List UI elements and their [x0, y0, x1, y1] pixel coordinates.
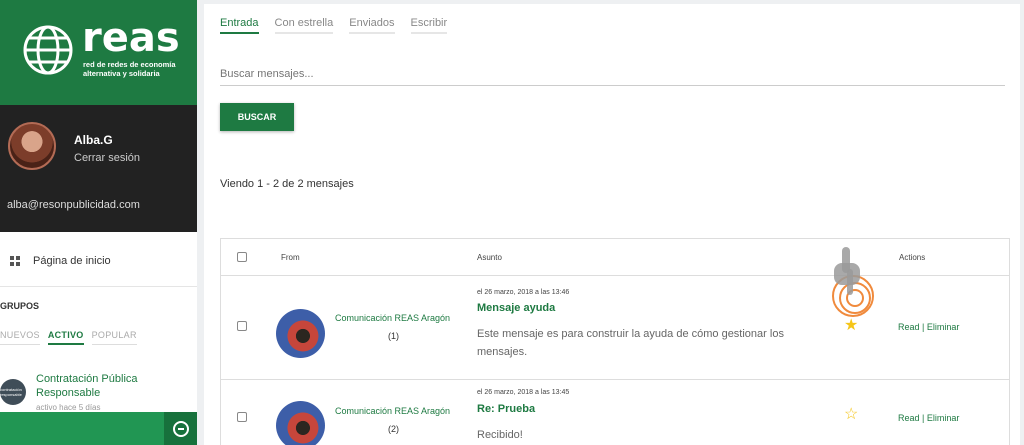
message-title[interactable]: Mensaje ayuda: [477, 302, 555, 314]
results-count: Viendo 1 - 2 de 2 mensajes: [220, 178, 354, 190]
thread-count: (1): [388, 331, 399, 341]
action-separator: |: [922, 413, 925, 423]
nav-home[interactable]: Página de inicio: [0, 246, 197, 276]
message-title[interactable]: Re: Prueba: [477, 403, 535, 415]
sender-name[interactable]: Comunicación REAS Aragón: [335, 406, 450, 416]
delete-link[interactable]: Eliminar: [927, 322, 960, 332]
groups-title: GRUPOS: [0, 301, 40, 311]
brand-subtitle-line2: alternativa y solidaria: [83, 69, 160, 78]
nav-home-label: Página de inicio: [33, 255, 111, 267]
search-input[interactable]: [220, 62, 1005, 86]
sender-avatar[interactable]: [276, 309, 325, 358]
globe-logo-icon: [23, 25, 73, 75]
user-avatar[interactable]: [8, 122, 56, 170]
group-tab-activo[interactable]: ACTIVO: [47, 330, 84, 345]
message-tabs: Entrada Con estrella Enviados Escribir: [220, 17, 448, 34]
profile-panel: [0, 105, 197, 232]
row-checkbox[interactable]: [237, 412, 247, 422]
read-link[interactable]: Read: [898, 322, 920, 332]
chat-toggle-button[interactable]: [164, 412, 197, 445]
group-tabs: NUEVOS ACTIVO POPULAR: [0, 330, 137, 345]
brand-subtitle: red de redes de economía alternativa y s…: [83, 60, 176, 78]
user-name[interactable]: Alba.G: [74, 133, 113, 147]
group-avatar[interactable]: contratación responsable: [0, 379, 26, 405]
col-subject: Asunto: [477, 253, 502, 262]
group-tab-nuevos[interactable]: NUEVOS: [0, 330, 40, 345]
divider: [0, 286, 197, 287]
group-name-link[interactable]: Contratación Pública Responsable: [36, 372, 166, 400]
tab-con-estrella[interactable]: Con estrella: [274, 17, 334, 34]
app-root: reas red de redes de economía alternativ…: [0, 0, 1024, 445]
brand-name[interactable]: reas: [82, 18, 180, 58]
action-separator: |: [922, 322, 925, 332]
group-tab-popular[interactable]: POPULAR: [91, 330, 137, 345]
table-header: From Asunto Actions: [221, 239, 1009, 276]
tab-escribir[interactable]: Escribir: [410, 17, 448, 34]
col-from: From: [281, 253, 300, 262]
sidebar: reas red de redes de economía alternativ…: [0, 0, 197, 445]
tab-entrada[interactable]: Entrada: [220, 17, 259, 34]
group-activity: activo hace 5 días: [36, 403, 101, 412]
delete-link[interactable]: Eliminar: [927, 413, 960, 423]
row-checkbox[interactable]: [237, 321, 247, 331]
pointer-hand-icon: [834, 247, 860, 295]
logout-link[interactable]: Cerrar sesión: [74, 152, 140, 164]
read-link[interactable]: Read: [898, 413, 920, 423]
col-actions: Actions: [899, 253, 926, 262]
select-all-checkbox[interactable]: [237, 252, 247, 262]
sender-name[interactable]: Comunicación REAS Aragón: [335, 313, 450, 323]
message-date: el 26 marzo, 2018 a las 13:46: [477, 289, 570, 296]
minus-circle-icon: [172, 420, 189, 437]
message-date: el 26 marzo, 2018 a las 13:45: [477, 389, 570, 396]
messages-table: From Asunto Actions Comunicación REAS Ar…: [220, 238, 1010, 445]
messages-panel: Entrada Con estrella Enviados Escribir B…: [204, 4, 1020, 445]
star-filled-icon[interactable]: ★: [844, 318, 858, 334]
message-excerpt: Recibido!: [477, 429, 523, 441]
brand-subtitle-line1: red de redes de economía: [83, 60, 176, 69]
table-row[interactable]: Comunicación REAS Aragón (1) el 26 marzo…: [221, 276, 1009, 380]
table-row[interactable]: Comunicación REAS Aragón (2) el 26 marzo…: [221, 380, 1009, 445]
user-email: alba@resonpublicidad.com: [7, 199, 140, 211]
brand-header: reas red de redes de economía alternativ…: [0, 0, 197, 105]
tab-enviados[interactable]: Enviados: [349, 17, 395, 34]
grid-icon: [10, 256, 20, 266]
search-button[interactable]: BUSCAR: [220, 103, 294, 131]
thread-count: (2): [388, 424, 399, 434]
star-empty-icon[interactable]: ☆: [844, 407, 858, 423]
row-actions: Read | Eliminar: [898, 413, 959, 423]
chat-bar[interactable]: [0, 412, 197, 445]
row-actions: Read | Eliminar: [898, 322, 959, 332]
sender-avatar[interactable]: [276, 401, 325, 445]
message-excerpt: Este mensaje es para construir la ayuda …: [477, 328, 784, 358]
